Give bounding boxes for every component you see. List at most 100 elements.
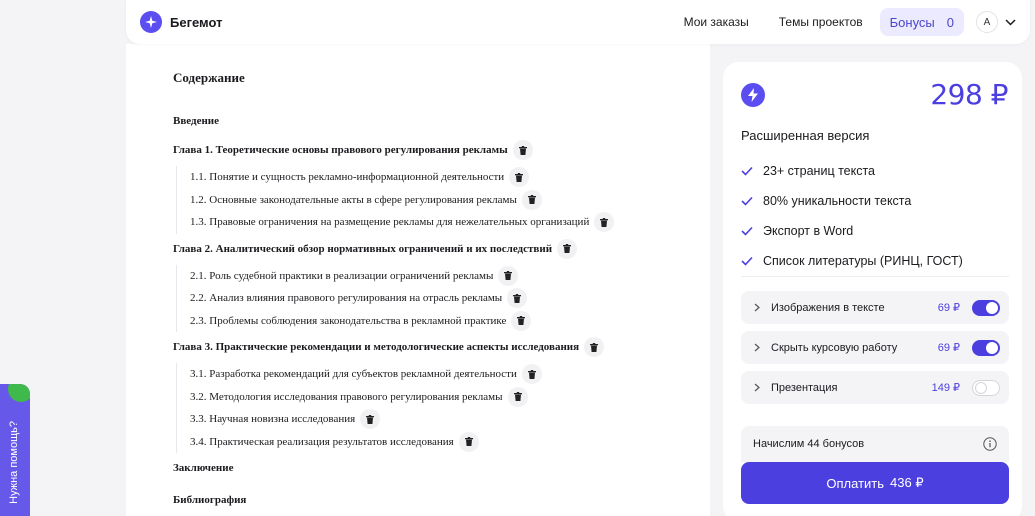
help-tab[interactable]: Нужна помощь?	[0, 384, 30, 516]
status-dot	[8, 384, 30, 402]
top-header: Бегемот Мои заказы Темы проектов Бонусы …	[126, 0, 1030, 44]
chevron-right-icon	[754, 343, 760, 352]
subsection-title: 2.2. Анализ влияния правового регулирова…	[190, 292, 503, 305]
option-label: Скрыть курсовую работу	[771, 341, 898, 354]
option-presentation[interactable]: Презентация 149 ₽	[741, 371, 1009, 404]
subsection-title: 3.1. Разработка рекомендаций для субъект…	[190, 368, 517, 381]
trash-icon[interactable]	[521, 364, 542, 385]
nav-my-orders[interactable]: Мои заказы	[669, 15, 764, 29]
sparkle-icon	[140, 11, 162, 33]
table-of-contents: Содержание Введение Глава 1. Теоретическ…	[126, 44, 710, 516]
chapter-title: Глава 2. Аналитический обзор нормативных…	[173, 242, 553, 255]
pay-amount: 436 ₽	[890, 475, 924, 490]
toc-conclusion: Заключение	[173, 462, 234, 474]
subsection-title: 3.3. Научная новизна исследования	[190, 413, 356, 426]
price: 298 ₽	[930, 78, 1008, 111]
nav-project-topics[interactable]: Темы проектов	[764, 15, 878, 29]
bonus-note: Начислим 44 бонусов	[741, 426, 1009, 462]
bonus-note-text: Начислим 44 бонусов	[753, 438, 865, 450]
option-toggle[interactable]	[972, 379, 1000, 396]
toc-bibliography: Библиография	[173, 494, 247, 506]
feature-label: Список литературы (РИНЦ, ГОСТ)	[763, 254, 963, 268]
trash-icon[interactable]	[360, 409, 381, 430]
feature-item: Список литературы (РИНЦ, ГОСТ)	[741, 246, 1011, 276]
toc-chapter: Глава 3. Практические рекомендации и мет…	[173, 336, 710, 358]
feature-item: Экспорт в Word	[741, 216, 1011, 246]
feature-list: 23+ страниц текста 80% уникальности текс…	[741, 156, 1011, 276]
help-tab-label: Нужна помощь?	[8, 421, 20, 504]
toc-chapter: Глава 1. Теоретические основы правового …	[173, 139, 710, 161]
subsection-title: 3.4. Практическая реализация результатов…	[190, 435, 454, 448]
trash-icon[interactable]	[507, 386, 528, 407]
check-icon	[741, 166, 753, 176]
toc-subsection: 1.2. Основные законодательные акты в сфе…	[190, 189, 710, 212]
lightning-icon	[741, 83, 765, 107]
chevron-right-icon	[754, 303, 760, 312]
divider	[741, 276, 1009, 277]
pay-label: Оплатить	[826, 475, 885, 491]
bonus-label: Бонусы	[889, 14, 935, 30]
pay-button[interactable]: Оплатить 436 ₽	[741, 462, 1009, 504]
trash-icon[interactable]	[521, 189, 542, 210]
toc-subsection: 2.1. Роль судебной практики в реализации…	[190, 265, 710, 288]
toc-subsection: 3.1. Разработка рекомендаций для субъект…	[190, 363, 710, 386]
check-icon	[741, 256, 753, 266]
toc-subsections: 2.1. Роль судебной практики в реализации…	[176, 264, 710, 333]
chapter-title: Глава 3. Практические рекомендации и мет…	[173, 341, 580, 353]
option-toggle[interactable]	[972, 339, 1000, 356]
toc-intro: Введение	[173, 115, 220, 127]
option-price: 69 ₽	[937, 342, 960, 354]
chevron-down-icon[interactable]	[1004, 16, 1016, 28]
trash-icon[interactable]	[498, 265, 519, 286]
page-title: Содержание	[173, 70, 245, 85]
subsection-title: 1.1. Понятие и сущность рекламно-информа…	[190, 171, 505, 184]
toc-subsection: 3.4. Практическая реализация результатов…	[190, 431, 710, 454]
avatar[interactable]: A	[976, 11, 998, 33]
bonus-button[interactable]: Бонусы 0	[879, 8, 964, 36]
trash-icon[interactable]	[557, 238, 578, 259]
check-icon	[741, 196, 753, 206]
order-panel: 298 ₽ Расширенная версия 23+ страниц тек…	[723, 62, 1022, 516]
option-hide-work[interactable]: Скрыть курсовую работу 69 ₽	[741, 331, 1009, 364]
toc-subsections: 3.1. Разработка рекомендаций для субъект…	[176, 363, 710, 453]
trash-icon[interactable]	[507, 288, 528, 309]
toc-chapter: Глава 2. Аналитический обзор нормативных…	[173, 238, 710, 260]
feature-item: 23+ страниц текста	[741, 156, 1011, 186]
info-icon[interactable]	[983, 437, 997, 451]
subsection-title: 2.3. Проблемы соблюдения законодательств…	[190, 314, 507, 327]
trash-icon[interactable]	[584, 337, 605, 357]
bonus-count: 0	[946, 14, 954, 30]
trash-icon[interactable]	[511, 310, 532, 331]
trash-icon[interactable]	[509, 167, 530, 188]
feature-label: 23+ страниц текста	[763, 164, 876, 178]
chapter-title: Глава 1. Теоретические основы правового …	[173, 144, 508, 156]
trash-icon[interactable]	[594, 212, 615, 233]
top-nav: Мои заказы Темы проектов Бонусы 0 A	[669, 8, 1016, 36]
chevron-right-icon	[754, 383, 760, 392]
option-price: 149 ₽	[931, 382, 960, 394]
toc-subsections: 1.1. Понятие и сущность рекламно-информа…	[176, 166, 710, 234]
feature-label: 80% уникальности текста	[763, 194, 912, 208]
version-title: Расширенная версия	[741, 128, 870, 143]
option-toggle[interactable]	[972, 299, 1000, 316]
toc-subsection: 2.3. Проблемы соблюдения законодательств…	[190, 310, 710, 333]
toc-subsection: 1.3. Правовые ограничения на размещение …	[190, 211, 710, 234]
subsection-title: 1.2. Основные законодательные акты в сфе…	[190, 193, 517, 206]
trash-icon[interactable]	[458, 431, 479, 452]
logo-text: Бегемот	[170, 14, 223, 30]
trash-icon[interactable]	[512, 140, 533, 160]
option-label: Презентация	[771, 381, 838, 394]
subsection-title: 3.2. Методология исследования правового …	[190, 390, 503, 403]
feature-item: 80% уникальности текста	[741, 186, 1011, 216]
check-icon	[741, 226, 753, 236]
toc-subsection: 2.2. Анализ влияния правового регулирова…	[190, 287, 710, 310]
subsection-title: 2.1. Роль судебной практики в реализации…	[190, 269, 494, 282]
toc-subsection: 3.2. Методология исследования правового …	[190, 386, 710, 409]
feature-label: Экспорт в Word	[763, 224, 854, 238]
subsection-title: 1.3. Правовые ограничения на размещение …	[190, 216, 590, 229]
option-label: Изображения в тексте	[771, 301, 885, 314]
logo[interactable]: Бегемот	[140, 11, 222, 33]
option-images[interactable]: Изображения в тексте 69 ₽	[741, 291, 1009, 324]
toc-subsection: 1.1. Понятие и сущность рекламно-информа…	[190, 166, 710, 189]
option-price: 69 ₽	[937, 302, 960, 314]
